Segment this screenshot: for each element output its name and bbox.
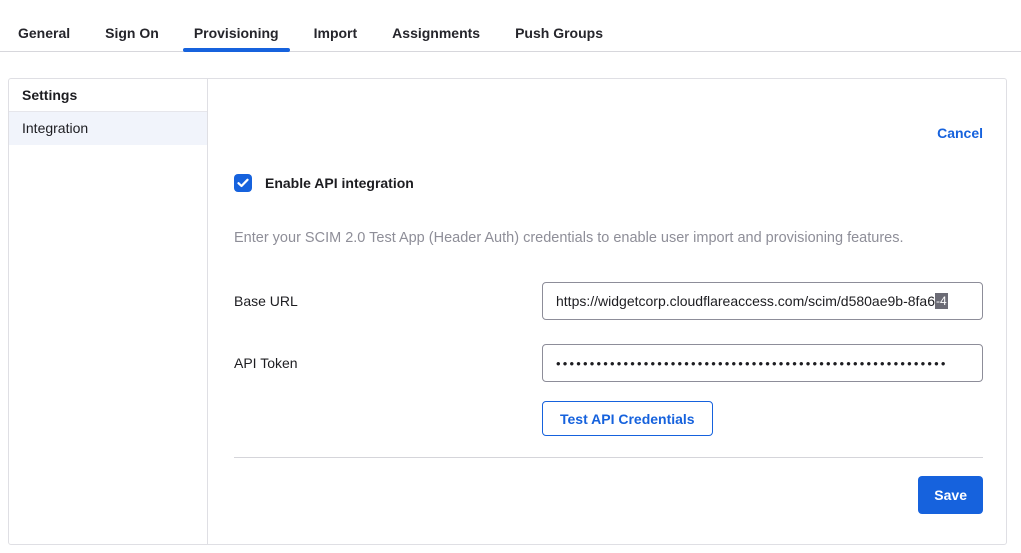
base-url-field-row: Base URL https://widgetcorp.cloudflareac…	[234, 282, 983, 320]
tab-assignments[interactable]: Assignments	[381, 15, 491, 51]
credentials-description: Enter your SCIM 2.0 Test App (Header Aut…	[234, 230, 983, 246]
base-url-overflow-selection: -4	[935, 293, 948, 309]
sidebar-item-integration[interactable]: Integration	[9, 112, 207, 145]
tab-general[interactable]: General	[7, 15, 81, 51]
sidebar-header-settings: Settings	[9, 79, 207, 112]
tab-sign-on[interactable]: Sign On	[94, 15, 170, 51]
tab-provisioning[interactable]: Provisioning	[183, 15, 290, 51]
base-url-label: Base URL	[234, 293, 542, 309]
api-token-field-row: API Token ••••••••••••••••••••••••••••••…	[234, 344, 983, 382]
enable-api-integration-checkbox[interactable]	[234, 174, 252, 192]
tab-push-groups[interactable]: Push Groups	[504, 15, 614, 51]
cancel-link[interactable]: Cancel	[937, 125, 983, 141]
save-button[interactable]: Save	[918, 476, 983, 514]
base-url-input[interactable]: https://widgetcorp.cloudflareaccess.com/…	[542, 282, 983, 320]
test-credentials-row: Test API Credentials	[234, 401, 983, 436]
api-token-input[interactable]: ••••••••••••••••••••••••••••••••••••••••…	[542, 344, 983, 382]
integration-settings-content: Cancel Enable API integration Enter your…	[208, 79, 1006, 544]
tab-import[interactable]: Import	[303, 15, 369, 51]
app-tab-bar: General Sign On Provisioning Import Assi…	[0, 0, 1021, 52]
settings-sidebar: Settings Integration	[9, 79, 208, 544]
provisioning-page: General Sign On Provisioning Import Assi…	[0, 0, 1021, 553]
api-token-label: API Token	[234, 355, 542, 371]
footer-divider	[234, 457, 983, 458]
test-api-credentials-button[interactable]: Test API Credentials	[542, 401, 713, 436]
api-token-masked-value: ••••••••••••••••••••••••••••••••••••••••…	[556, 356, 948, 371]
provisioning-panel: Settings Integration Cancel Enable API i…	[8, 78, 1007, 545]
checkmark-icon	[237, 178, 249, 188]
cancel-row: Cancel	[234, 125, 983, 143]
save-row: Save	[234, 476, 983, 514]
enable-api-integration-label: Enable API integration	[265, 175, 414, 191]
enable-api-integration-row: Enable API integration	[234, 174, 983, 192]
base-url-value: https://widgetcorp.cloudflareaccess.com/…	[556, 293, 935, 309]
